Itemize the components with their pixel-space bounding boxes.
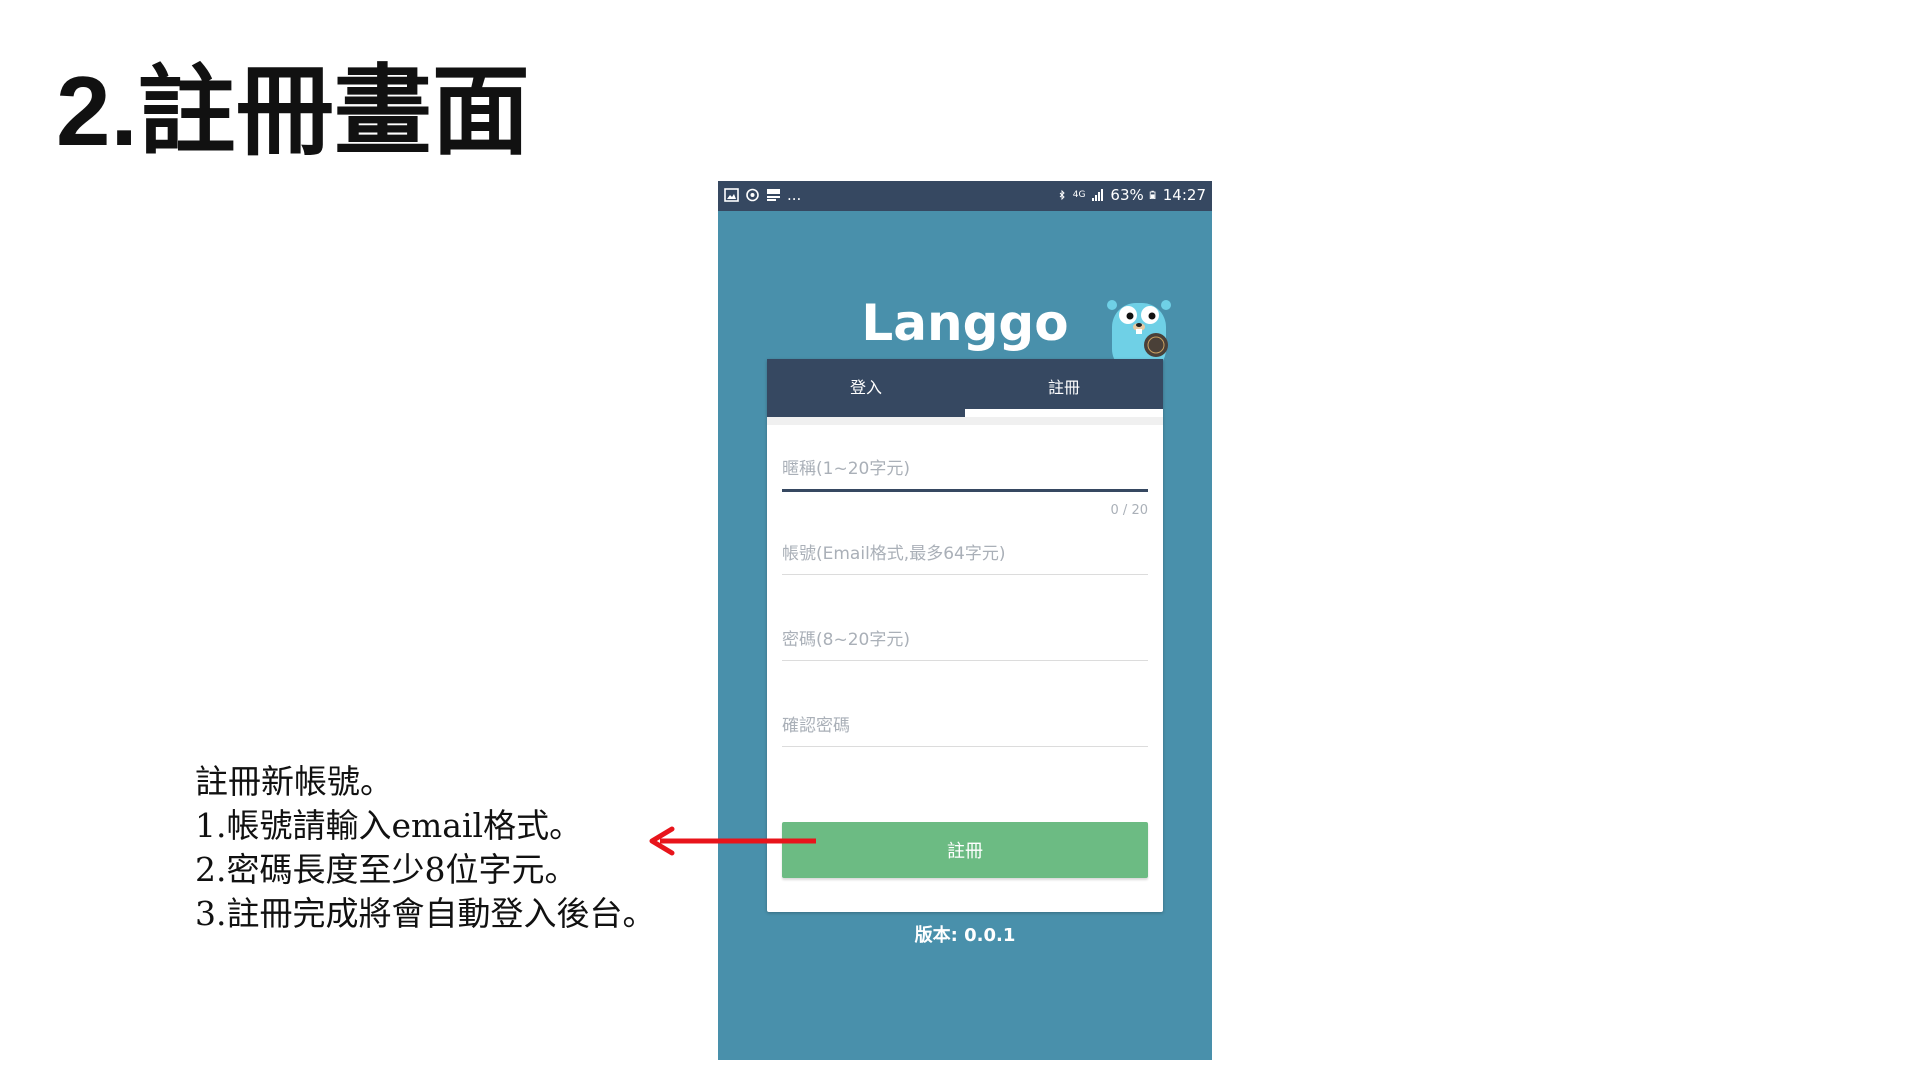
sync-icon xyxy=(746,188,759,202)
instruction-notes: 註冊新帳號。 1.帳號請輸入email格式。 2.密碼長度至少8位字元。 3.註… xyxy=(195,760,715,936)
register-button[interactable]: 註冊 xyxy=(782,822,1148,878)
clock: 14:27 xyxy=(1162,186,1206,204)
confirm-password-field[interactable] xyxy=(782,716,1148,747)
password-field-wrapper xyxy=(782,630,1148,661)
register-card: 登入 註冊 0 / 20 註冊 xyxy=(767,359,1163,912)
nickname-field[interactable] xyxy=(782,459,1148,492)
status-bar: ... 4G 63% 14:27 xyxy=(718,181,1212,211)
network-type: 4G xyxy=(1072,190,1086,200)
tab-login[interactable]: 登入 xyxy=(767,359,965,417)
note-line: 註冊新帳號。 xyxy=(195,762,393,801)
slide-title: 2.註冊畫面 xyxy=(56,56,530,166)
active-tab-indicator xyxy=(965,409,1163,417)
confirm-field-wrapper xyxy=(782,716,1148,747)
statusbar-overflow: ... xyxy=(787,186,802,204)
note-line: 3.註冊完成將會自動登入後台。 xyxy=(195,894,656,933)
account-email-field[interactable] xyxy=(782,544,1148,575)
note-line: 1.帳號請輸入email格式。 xyxy=(195,806,583,845)
image-icon xyxy=(724,188,739,202)
phone-screen: ... 4G 63% 14:27 Langgo 登入 註冊 暱稱(1~20字元)… xyxy=(718,181,1212,1060)
battery-percent: 63% xyxy=(1110,186,1144,204)
bluetooth-icon xyxy=(1059,189,1065,201)
version-label: 版本: 0.0.1 xyxy=(914,925,1016,946)
arrow-left-icon xyxy=(649,826,816,856)
tab-divider xyxy=(767,417,1163,425)
nickname-field-wrapper: 0 / 20 xyxy=(782,459,1148,518)
tab-bar: 登入 註冊 xyxy=(767,359,1163,417)
note-line: 2.密碼長度至少8位字元。 xyxy=(195,850,578,889)
signal-icon xyxy=(1092,189,1104,201)
nickname-counter: 0 / 20 xyxy=(1110,503,1148,518)
account-field-wrapper xyxy=(782,544,1148,575)
battery-icon xyxy=(1149,190,1156,200)
notification-icon xyxy=(767,189,780,201)
password-field[interactable] xyxy=(782,630,1148,661)
